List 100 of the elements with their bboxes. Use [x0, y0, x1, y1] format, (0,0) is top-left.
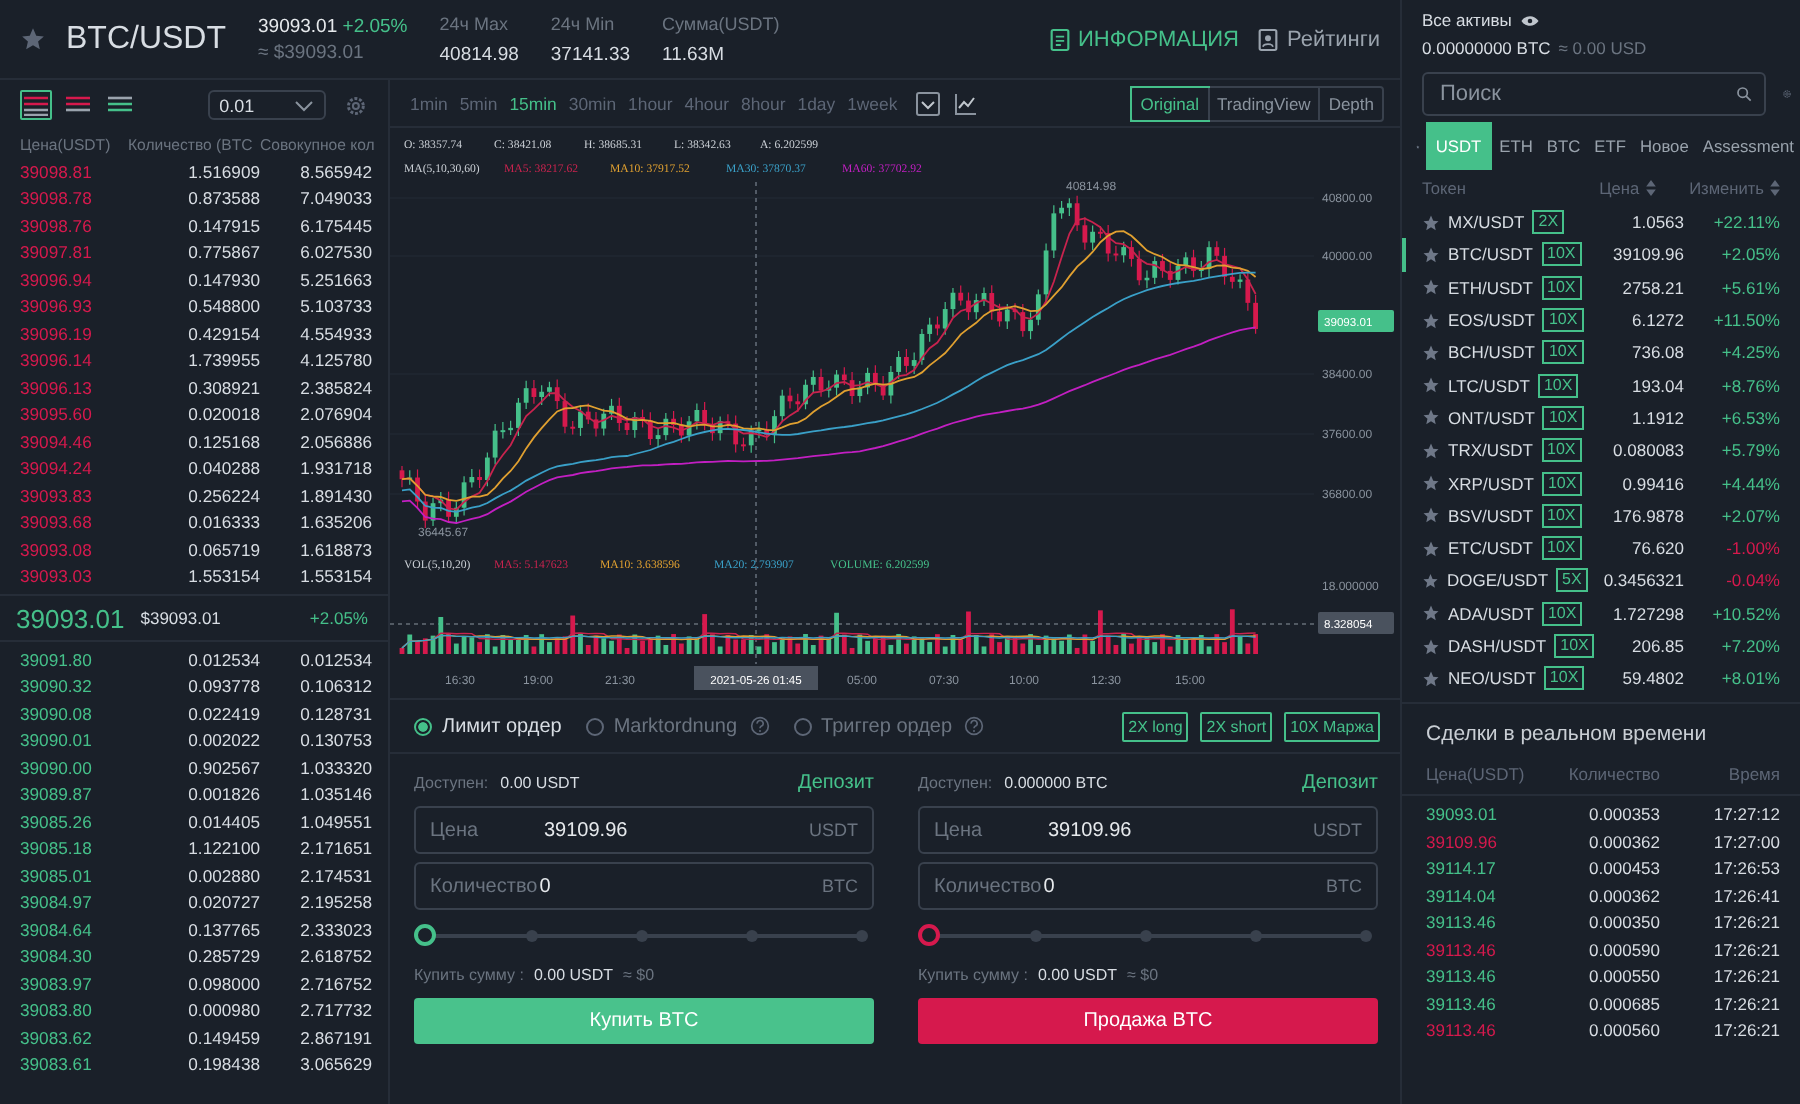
margin-mode-button[interactable]: 2X long	[1122, 711, 1189, 741]
chart-view-tab[interactable]: Depth	[1318, 88, 1382, 120]
market-pair: LTC/USDT	[1448, 375, 1530, 396]
market-row[interactable]: BSV/USDT 10X 176.9878 +2.07%	[1402, 499, 1800, 532]
market-price: 736.08	[1632, 342, 1684, 363]
help-icon[interactable]	[749, 716, 770, 736]
order-type-radio[interactable]: Лимит ордер	[414, 715, 562, 737]
market-row[interactable]: LTC/USDT 10X 193.04 +8.76%	[1402, 368, 1800, 402]
star-icon[interactable]	[1422, 604, 1440, 623]
market-row[interactable]: NEO/USDT 10X 59.4802 +8.01%	[1402, 662, 1800, 695]
market-price: 1.727298	[1613, 603, 1684, 624]
bid-price: 39083.80	[20, 1000, 94, 1021]
precision-dropdown[interactable]: 0.01	[207, 90, 327, 120]
star-icon[interactable]	[1422, 213, 1440, 232]
stat-label: 24ч Max	[439, 13, 510, 33]
dropdown-caret-icon[interactable]	[915, 92, 940, 116]
margin-mode-button[interactable]: 10X Маржа	[1284, 711, 1380, 741]
market-change: +2.07%	[1719, 505, 1780, 526]
market-row[interactable]: BTC/USDT 10X 39109.96 +2.05%	[1402, 238, 1800, 272]
trade-time: 17:26:53	[1711, 858, 1780, 879]
market-row[interactable]: EOS/USDT 10X 6.1272 +11.50%	[1402, 303, 1800, 337]
market-row[interactable]: ADA/USDT 10X 1.727298 +10.52%	[1402, 597, 1800, 630]
chart-view-tab[interactable]: TradingView	[1207, 88, 1319, 120]
star-icon[interactable]	[1422, 571, 1439, 590]
star-icon[interactable]	[1422, 539, 1440, 558]
star-icon[interactable]	[1422, 474, 1440, 493]
market-row[interactable]: DOGE/USDT 5X 0.3456321 -0.04%	[1402, 564, 1800, 598]
bid-amount: 0.000980	[186, 1000, 260, 1021]
market-row[interactable]: TRX/USDT 10X 0.080083 +5.79%	[1402, 434, 1800, 467]
total-value: 0.00 USDT	[533, 965, 614, 983]
ask-amount: 0.873588	[186, 188, 260, 209]
bid-total: 2.195258	[298, 892, 372, 913]
market-row[interactable]: MX/USDT 2X 1.0563 +22.11%	[1402, 206, 1800, 239]
eye-icon[interactable]	[1519, 13, 1540, 27]
stat-value: 37141.33	[550, 43, 631, 65]
leverage-badge: 10X	[1541, 242, 1582, 267]
order-button[interactable]: Продажа BTC	[918, 998, 1378, 1044]
market-tab[interactable]: BTC	[1540, 122, 1587, 170]
slider-thumb[interactable]	[918, 924, 940, 946]
interval-tab[interactable]: 15min	[505, 94, 561, 114]
deposit-link[interactable]: Депозит	[1302, 771, 1378, 793]
star-icon[interactable]	[1422, 376, 1440, 395]
margin-mode-button[interactable]: 2X short	[1200, 711, 1273, 741]
caret-icon[interactable]	[294, 99, 315, 111]
header-link[interactable]: Рейтинги	[1258, 27, 1380, 51]
market-row[interactable]: XRP/USDT 10X 0.99416 +4.44%	[1402, 466, 1800, 500]
settings-icon[interactable]	[344, 93, 368, 117]
market-row[interactable]: ETH/USDT 10X 2758.21 +5.61%	[1402, 271, 1800, 304]
price-input[interactable]: Цена 39109.96 USDT	[918, 806, 1378, 854]
market-row[interactable]: ONT/USDT 10X 1.1912 +6.53%	[1402, 401, 1800, 435]
bid-total: 0.128731	[298, 703, 372, 724]
search-icon[interactable]	[1736, 86, 1752, 102]
market-change: -1.00%	[1724, 538, 1780, 559]
radio-button[interactable]	[414, 717, 432, 735]
star-icon[interactable]	[1422, 278, 1440, 297]
book-view-button[interactable]	[20, 90, 52, 120]
radio-button[interactable]	[585, 717, 604, 735]
market-pair: MX/USDT	[1448, 212, 1525, 233]
sort-icon[interactable]	[1770, 180, 1780, 196]
star-icon[interactable]	[1422, 343, 1440, 362]
deposit-link[interactable]: Депозит	[798, 771, 874, 793]
star-icon[interactable]	[1422, 408, 1440, 427]
star-icon[interactable]	[1422, 311, 1440, 330]
price-input[interactable]: Цена 39109.96 USDT	[414, 806, 874, 854]
amount-input[interactable]: Количество0 BTC	[918, 862, 1378, 910]
market-row[interactable]: ETC/USDT 10X 76.620 -1.00%	[1402, 531, 1800, 565]
market-change: -0.04%	[1724, 570, 1780, 591]
header-link[interactable]: ИНФОРМАЦИЯ	[1049, 27, 1239, 51]
market-tab[interactable]: ETH	[1493, 122, 1539, 170]
market-row[interactable]: DASH/USDT 10X 206.85 +7.20%	[1402, 629, 1800, 663]
radio-button[interactable]	[793, 717, 812, 735]
trade-time: 17:26:21	[1711, 912, 1780, 933]
bid-total: 2.867191	[298, 1027, 372, 1048]
market-row[interactable]: BCH/USDT 10X 736.08 +4.25%	[1402, 336, 1800, 369]
leverage-badge: 10X	[1541, 601, 1583, 626]
market-tab[interactable]: Assessment	[1696, 122, 1800, 170]
star-icon[interactable]	[1422, 506, 1440, 525]
amount-input[interactable]: Количество0 BTC	[414, 862, 874, 910]
column-header: Цена(USDT)	[1426, 764, 1527, 785]
market-pair: DASH/USDT	[1448, 636, 1547, 656]
ask-price: 39098.81	[20, 161, 94, 182]
leverage-badge: 5X	[1556, 568, 1588, 593]
sort-icon[interactable]	[1645, 180, 1656, 196]
star-icon[interactable]	[1422, 637, 1440, 655]
ask-total: 7.049033	[298, 188, 372, 209]
star-icon[interactable]	[1422, 245, 1440, 264]
badge-icon[interactable]	[1258, 27, 1279, 51]
search-field[interactable]: Поиск	[1422, 72, 1766, 116]
star-icon[interactable]	[1422, 441, 1440, 460]
document-icon[interactable]	[1049, 27, 1070, 51]
line-chart-icon[interactable]	[953, 92, 978, 116]
help-icon[interactable]	[964, 716, 985, 736]
chart-view-tab[interactable]: Original	[1132, 88, 1208, 120]
market-change: +5.61%	[1719, 277, 1780, 298]
slider-thumb[interactable]	[414, 924, 436, 946]
market-tab[interactable]: Новое	[1633, 122, 1695, 170]
star-icon[interactable]	[20, 26, 46, 52]
ask-total: 1.553154	[298, 566, 372, 587]
market-tab[interactable]: ETF	[1588, 122, 1632, 170]
star-icon[interactable]	[1422, 669, 1440, 688]
